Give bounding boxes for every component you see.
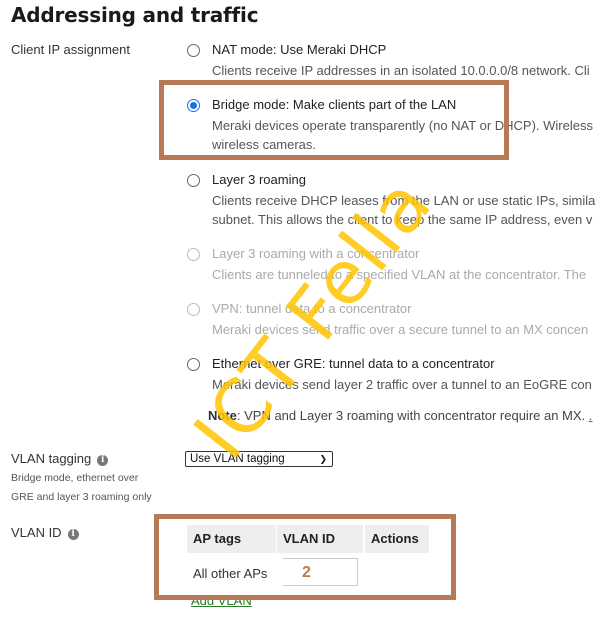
vlan-tagging-select[interactable]: Use VLAN tagging ❯	[185, 451, 333, 467]
option-title: VPN: tunnel data to a concentrator	[212, 301, 412, 316]
chevron-down-icon: ❯	[319, 454, 327, 464]
note-link[interactable]: .	[589, 408, 593, 423]
mx-note: Note: VPN and Layer 3 roaming with conce…	[208, 408, 592, 423]
option-desc-line2: subnet. This allows the client to keep t…	[212, 212, 593, 227]
radio-layer3-roaming[interactable]	[187, 174, 200, 187]
highlight-box-vlan-table	[154, 514, 456, 600]
option-desc: Clients are tunneled to a specified VLAN…	[212, 267, 587, 282]
info-icon[interactable]: i	[67, 529, 79, 540]
radio-vpn	[187, 303, 200, 316]
vlan-tagging-sublabel: Bridge mode, ethernet over GRE and layer…	[11, 469, 152, 507]
radio-layer3-concentrator	[187, 248, 200, 261]
vlan-id-label: VLAN ID i	[11, 525, 79, 540]
option-title: Ethernet over GRE: tunnel data to a conc…	[212, 356, 495, 371]
vlan-tagging-label: VLAN tagging i	[11, 451, 109, 466]
option-title: Layer 3 roaming	[212, 172, 306, 187]
section-title: Addressing and traffic	[11, 3, 259, 27]
highlight-box-bridge-mode	[159, 80, 509, 160]
sublabel-line1: Bridge mode, ethernet over	[11, 472, 139, 484]
option-title: NAT mode: Use Meraki DHCP	[212, 42, 387, 57]
option-desc: Meraki devices send layer 2 traffic over…	[212, 377, 592, 392]
radio-nat-mode[interactable]	[187, 44, 200, 57]
option-desc: Meraki devices send traffic over a secur…	[212, 322, 589, 337]
vlan-id-label-text: VLAN ID	[11, 525, 62, 540]
option-title: Layer 3 roaming with a concentrator	[212, 246, 420, 261]
note-label: Note	[208, 408, 237, 423]
option-desc: Clients receive DHCP leases from the LAN…	[212, 193, 596, 208]
vlan-tagging-label-text: VLAN tagging	[11, 451, 92, 466]
radio-eogre[interactable]	[187, 358, 200, 371]
sublabel-line2: GRE and layer 3 roaming only	[11, 491, 152, 503]
note-text: : VPN and Layer 3 roaming with concentra…	[236, 408, 589, 423]
client-ip-label: Client IP assignment	[11, 42, 130, 57]
option-desc: Clients receive IP addresses in an isola…	[212, 63, 590, 78]
info-icon[interactable]: i	[97, 455, 109, 466]
select-value: Use VLAN tagging	[190, 453, 285, 465]
